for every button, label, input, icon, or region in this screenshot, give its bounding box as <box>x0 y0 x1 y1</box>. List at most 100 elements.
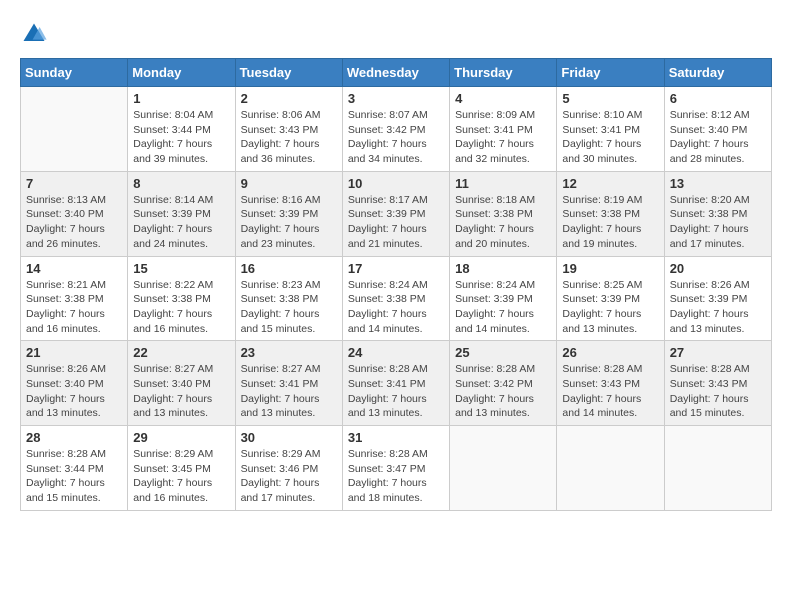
day-number: 5 <box>562 91 658 106</box>
day-number: 23 <box>241 345 337 360</box>
day-number: 24 <box>348 345 444 360</box>
day-number: 27 <box>670 345 766 360</box>
day-number: 1 <box>133 91 229 106</box>
day-number: 6 <box>670 91 766 106</box>
calendar-day-header: Tuesday <box>235 59 342 87</box>
calendar-header-row: SundayMondayTuesdayWednesdayThursdayFrid… <box>21 59 772 87</box>
calendar-day-cell: 31 Sunrise: 8:28 AM Sunset: 3:47 PM Dayli… <box>342 426 449 511</box>
day-info: Sunrise: 8:04 AM Sunset: 3:44 PM Dayligh… <box>133 108 229 167</box>
logo <box>20 20 52 48</box>
day-number: 21 <box>26 345 122 360</box>
calendar-day-cell: 26Sunrise: 8:28 AM Sunset: 3:43 PM Dayli… <box>557 341 664 426</box>
calendar-day-header: Friday <box>557 59 664 87</box>
calendar-day-cell: 8 Sunrise: 8:14 AM Sunset: 3:39 PM Daylig… <box>128 171 235 256</box>
logo-icon <box>20 20 48 48</box>
day-number: 30 <box>241 430 337 445</box>
day-number: 25 <box>455 345 551 360</box>
day-info: Sunrise: 8:07 AM Sunset: 3:42 PM Dayligh… <box>348 108 444 167</box>
calendar-day-header: Thursday <box>450 59 557 87</box>
calendar-day-cell: 4Sunrise: 8:09 AM Sunset: 3:41 PM Daylig… <box>450 87 557 172</box>
day-info: Sunrise: 8:12 AM Sunset: 3:40 PM Dayligh… <box>670 108 766 167</box>
day-info: Sunrise: 8:28 AM Sunset: 3:42 PM Dayligh… <box>455 362 551 421</box>
calendar-day-header: Saturday <box>664 59 771 87</box>
day-info: Sunrise: 8:26 AM Sunset: 3:40 PM Dayligh… <box>26 362 122 421</box>
calendar-day-cell <box>450 426 557 511</box>
day-info: Sunrise: 8:06 AM Sunset: 3:43 PM Dayligh… <box>241 108 337 167</box>
day-info: Sunrise: 8:28 AM Sunset: 3:41 PM Dayligh… <box>348 362 444 421</box>
calendar-day-cell: 21 Sunrise: 8:26 AM Sunset: 3:40 PM Dayli… <box>21 341 128 426</box>
calendar-day-cell: 20 Sunrise: 8:26 AM Sunset: 3:39 PM Dayli… <box>664 256 771 341</box>
calendar-day-header: Wednesday <box>342 59 449 87</box>
day-number: 19 <box>562 261 658 276</box>
day-info: Sunrise: 8:28 AM Sunset: 3:47 PM Dayligh… <box>348 447 444 506</box>
calendar-week-row: 14Sunrise: 8:21 AM Sunset: 3:38 PM Dayli… <box>21 256 772 341</box>
day-number: 31 <box>348 430 444 445</box>
day-info: Sunrise: 8:23 AM Sunset: 3:38 PM Dayligh… <box>241 278 337 337</box>
calendar-day-cell: 11Sunrise: 8:18 AM Sunset: 3:38 PM Dayli… <box>450 171 557 256</box>
day-info: Sunrise: 8:16 AM Sunset: 3:39 PM Dayligh… <box>241 193 337 252</box>
day-info: Sunrise: 8:27 AM Sunset: 3:40 PM Dayligh… <box>133 362 229 421</box>
day-number: 12 <box>562 176 658 191</box>
day-number: 10 <box>348 176 444 191</box>
day-info: Sunrise: 8:09 AM Sunset: 3:41 PM Dayligh… <box>455 108 551 167</box>
day-info: Sunrise: 8:21 AM Sunset: 3:38 PM Dayligh… <box>26 278 122 337</box>
day-number: 15 <box>133 261 229 276</box>
day-info: Sunrise: 8:28 AM Sunset: 3:43 PM Dayligh… <box>562 362 658 421</box>
day-number: 8 <box>133 176 229 191</box>
day-info: Sunrise: 8:10 AM Sunset: 3:41 PM Dayligh… <box>562 108 658 167</box>
page-header <box>20 20 772 48</box>
day-number: 20 <box>670 261 766 276</box>
day-info: Sunrise: 8:27 AM Sunset: 3:41 PM Dayligh… <box>241 362 337 421</box>
calendar-week-row: 7 Sunrise: 8:13 AM Sunset: 3:40 PM Daylig… <box>21 171 772 256</box>
calendar-day-cell: 12 Sunrise: 8:19 AM Sunset: 3:38 PM Dayli… <box>557 171 664 256</box>
calendar-day-header: Monday <box>128 59 235 87</box>
day-info: Sunrise: 8:20 AM Sunset: 3:38 PM Dayligh… <box>670 193 766 252</box>
calendar-day-cell: 30 Sunrise: 8:29 AM Sunset: 3:46 PM Dayli… <box>235 426 342 511</box>
day-info: Sunrise: 8:28 AM Sunset: 3:44 PM Dayligh… <box>26 447 122 506</box>
calendar-day-cell: 6 Sunrise: 8:12 AM Sunset: 3:40 PM Daylig… <box>664 87 771 172</box>
calendar-day-header: Sunday <box>21 59 128 87</box>
day-info: Sunrise: 8:24 AM Sunset: 3:38 PM Dayligh… <box>348 278 444 337</box>
day-info: Sunrise: 8:28 AM Sunset: 3:43 PM Dayligh… <box>670 362 766 421</box>
day-number: 7 <box>26 176 122 191</box>
day-info: Sunrise: 8:18 AM Sunset: 3:38 PM Dayligh… <box>455 193 551 252</box>
day-info: Sunrise: 8:26 AM Sunset: 3:39 PM Dayligh… <box>670 278 766 337</box>
calendar-week-row: 28 Sunrise: 8:28 AM Sunset: 3:44 PM Dayli… <box>21 426 772 511</box>
day-number: 3 <box>348 91 444 106</box>
calendar-day-cell: 27 Sunrise: 8:28 AM Sunset: 3:43 PM Dayli… <box>664 341 771 426</box>
calendar-day-cell: 9 Sunrise: 8:16 AM Sunset: 3:39 PM Daylig… <box>235 171 342 256</box>
calendar-day-cell: 18 Sunrise: 8:24 AM Sunset: 3:39 PM Dayli… <box>450 256 557 341</box>
day-number: 18 <box>455 261 551 276</box>
calendar-day-cell: 24 Sunrise: 8:28 AM Sunset: 3:41 PM Dayli… <box>342 341 449 426</box>
calendar-day-cell: 5 Sunrise: 8:10 AM Sunset: 3:41 PM Daylig… <box>557 87 664 172</box>
calendar-day-cell: 29Sunrise: 8:29 AM Sunset: 3:45 PM Dayli… <box>128 426 235 511</box>
calendar-day-cell <box>557 426 664 511</box>
day-info: Sunrise: 8:22 AM Sunset: 3:38 PM Dayligh… <box>133 278 229 337</box>
calendar-table: SundayMondayTuesdayWednesdayThursdayFrid… <box>20 58 772 511</box>
calendar-day-cell <box>664 426 771 511</box>
calendar-day-cell: 14Sunrise: 8:21 AM Sunset: 3:38 PM Dayli… <box>21 256 128 341</box>
day-info: Sunrise: 8:14 AM Sunset: 3:39 PM Dayligh… <box>133 193 229 252</box>
day-info: Sunrise: 8:13 AM Sunset: 3:40 PM Dayligh… <box>26 193 122 252</box>
day-info: Sunrise: 8:19 AM Sunset: 3:38 PM Dayligh… <box>562 193 658 252</box>
day-number: 9 <box>241 176 337 191</box>
day-info: Sunrise: 8:29 AM Sunset: 3:46 PM Dayligh… <box>241 447 337 506</box>
day-info: Sunrise: 8:25 AM Sunset: 3:39 PM Dayligh… <box>562 278 658 337</box>
calendar-day-cell: 17Sunrise: 8:24 AM Sunset: 3:38 PM Dayli… <box>342 256 449 341</box>
day-info: Sunrise: 8:17 AM Sunset: 3:39 PM Dayligh… <box>348 193 444 252</box>
calendar-week-row: 1 Sunrise: 8:04 AM Sunset: 3:44 PM Daylig… <box>21 87 772 172</box>
day-number: 29 <box>133 430 229 445</box>
day-info: Sunrise: 8:24 AM Sunset: 3:39 PM Dayligh… <box>455 278 551 337</box>
calendar-day-cell: 1 Sunrise: 8:04 AM Sunset: 3:44 PM Daylig… <box>128 87 235 172</box>
calendar-day-cell <box>21 87 128 172</box>
day-number: 13 <box>670 176 766 191</box>
calendar-day-cell: 22Sunrise: 8:27 AM Sunset: 3:40 PM Dayli… <box>128 341 235 426</box>
calendar-day-cell: 28 Sunrise: 8:28 AM Sunset: 3:44 PM Dayli… <box>21 426 128 511</box>
day-number: 28 <box>26 430 122 445</box>
calendar-day-cell: 3 Sunrise: 8:07 AM Sunset: 3:42 PM Daylig… <box>342 87 449 172</box>
calendar-day-cell: 7 Sunrise: 8:13 AM Sunset: 3:40 PM Daylig… <box>21 171 128 256</box>
calendar-day-cell: 15 Sunrise: 8:22 AM Sunset: 3:38 PM Dayli… <box>128 256 235 341</box>
calendar-week-row: 21 Sunrise: 8:26 AM Sunset: 3:40 PM Dayli… <box>21 341 772 426</box>
calendar-day-cell: 23 Sunrise: 8:27 AM Sunset: 3:41 PM Dayli… <box>235 341 342 426</box>
calendar-day-cell: 19 Sunrise: 8:25 AM Sunset: 3:39 PM Dayli… <box>557 256 664 341</box>
